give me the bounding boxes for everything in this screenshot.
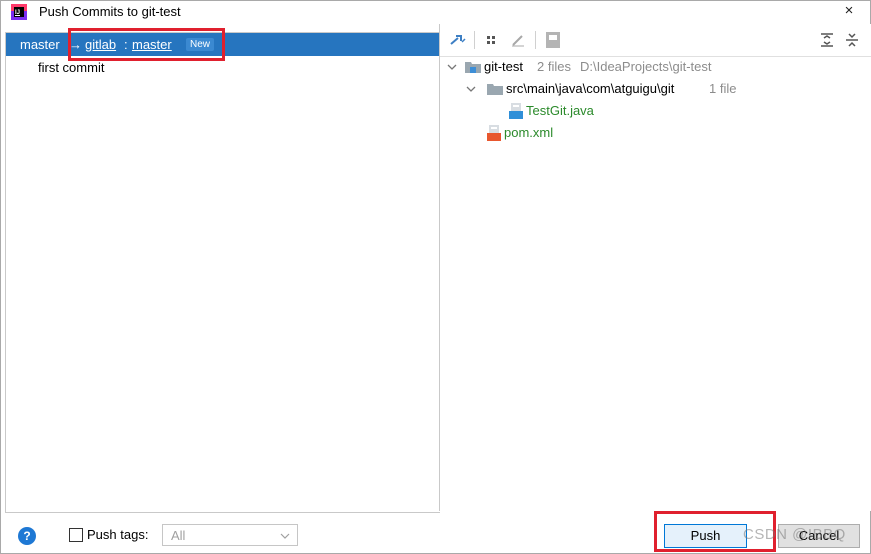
preview-icon[interactable] <box>543 30 563 50</box>
push-tags-label[interactable]: Push tags: <box>87 526 148 543</box>
watermark: CSDN @IBBQ <box>743 526 846 543</box>
changes-panel: git-test 2 files D:\IdeaProjects\git-tes… <box>439 24 871 511</box>
expand-all-icon[interactable] <box>817 30 837 50</box>
window-title: Push Commits to git-test <box>39 4 181 19</box>
commit-item[interactable]: first commit <box>38 59 104 76</box>
collapse-all-icon[interactable] <box>842 30 862 50</box>
tree-root-row[interactable]: git-test 2 files D:\IdeaProjects\git-tes… <box>440 57 871 77</box>
tree-file-row[interactable]: pom.xml <box>440 123 871 143</box>
title-bar: IJ Push Commits to git-test × <box>1 1 870 23</box>
tags-select[interactable]: All <box>162 524 298 546</box>
dir-count: 1 file <box>709 81 737 96</box>
intellij-icon: IJ <box>11 4 27 20</box>
local-branch: master <box>20 37 60 52</box>
folder-icon <box>487 84 503 95</box>
commits-panel: master → gitlab : master New first commi… <box>5 32 440 513</box>
highlight-box-branch <box>68 28 225 61</box>
root-name: git-test <box>484 59 524 74</box>
tags-select-value: All <box>171 528 186 543</box>
maven-file-icon <box>487 125 501 141</box>
tree-dir-row[interactable]: src\main\java\com\atguigu\git 1 file <box>440 79 871 99</box>
root-count: 2 files <box>537 59 571 74</box>
push-tags-checkbox[interactable] <box>69 528 83 542</box>
tree-file-row[interactable]: TestGit.java <box>440 101 871 121</box>
edit-source-icon[interactable] <box>508 30 528 50</box>
chevron-down-icon <box>280 533 290 539</box>
pin-arrow-icon[interactable] <box>448 30 468 50</box>
changes-toolbar <box>440 24 871 57</box>
help-icon[interactable]: ? <box>18 527 36 545</box>
module-folder-icon <box>465 62 481 73</box>
push-commits-dialog: IJ Push Commits to git-test × master → g… <box>0 0 871 554</box>
file-name: pom.xml <box>504 125 554 140</box>
root-path: D:\IdeaProjects\git-test <box>580 59 712 74</box>
chevron-down-icon[interactable] <box>446 61 458 73</box>
group-by-icon[interactable] <box>483 30 503 50</box>
chevron-down-icon[interactable] <box>465 83 477 95</box>
close-icon[interactable]: × <box>839 1 859 21</box>
file-name: TestGit.java <box>526 103 594 118</box>
java-file-icon <box>509 103 523 119</box>
dir-name: src\main\java\com\atguigu\git <box>506 81 675 96</box>
